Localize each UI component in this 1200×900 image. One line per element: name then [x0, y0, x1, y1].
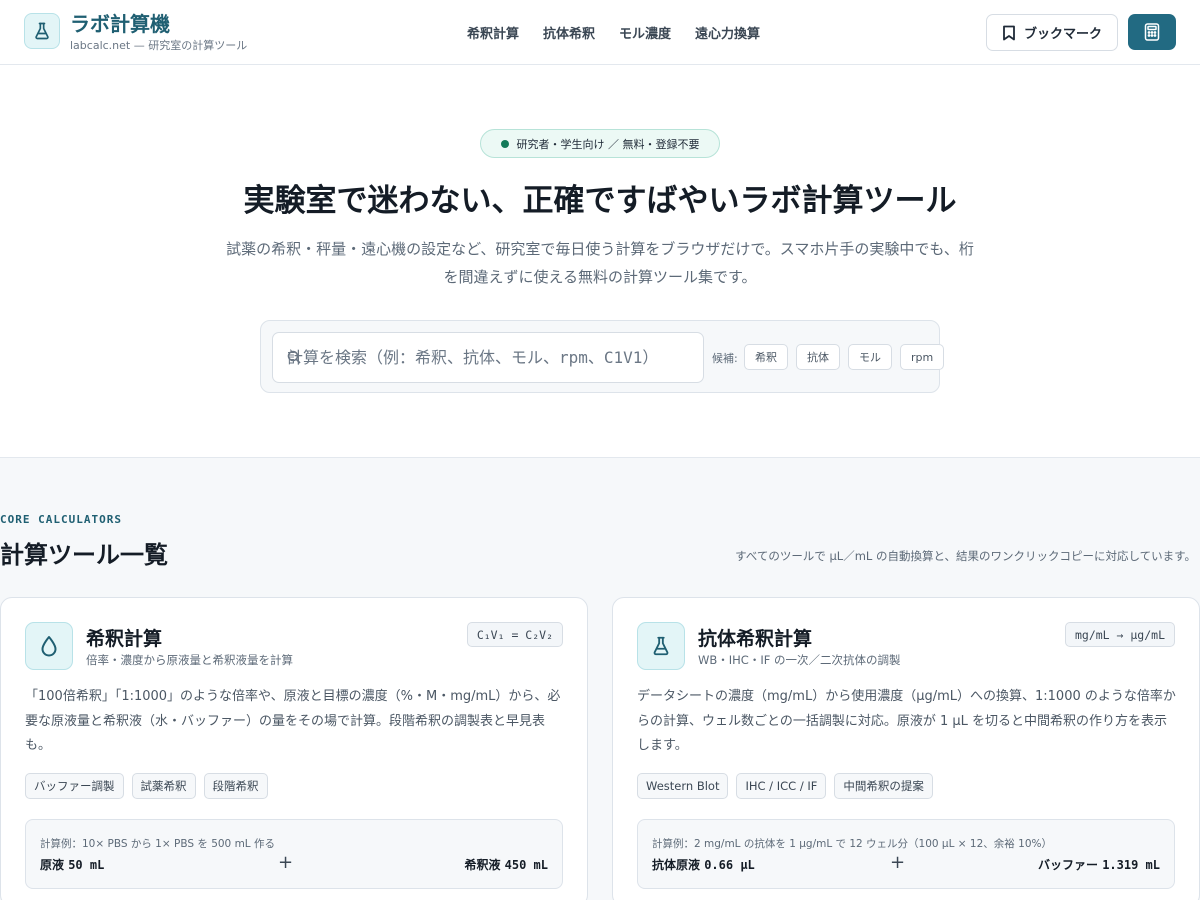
brand-title[interactable]: ラボ計算機 — [70, 8, 170, 37]
card-tags: Western Blot IHC / ICC / IF 中間希釈の提案 — [637, 773, 933, 799]
example-left: 原液 50 mL — [40, 856, 104, 873]
nav-link-antibody[interactable]: 抗体希釈 — [543, 23, 595, 42]
search-input[interactable] — [272, 332, 704, 383]
logo[interactable] — [24, 13, 60, 49]
hero-badge-text: 研究者・学生向け ／ 無料・登録不要 — [516, 137, 700, 151]
card-icon-box — [637, 622, 685, 670]
card-tag: IHC / ICC / IF — [736, 773, 827, 799]
example-caption: 計算例：2 mg/mL の抗体を 1 µg/mL で 12 ウェル分（100 µ… — [652, 838, 1052, 850]
example-left-value: 0.66 µL — [704, 858, 755, 872]
suggestion-chip[interactable]: rpm — [900, 344, 945, 370]
example-right: 希釈液 450 mL — [464, 856, 548, 873]
nav-link-centrifuge[interactable]: 遠心力換算 — [695, 23, 760, 42]
formula-badge: mg/mL → µg/mL — [1064, 622, 1175, 647]
example-right-label: バッファー — [1038, 858, 1099, 872]
flask-icon — [653, 636, 669, 656]
card-icon-box — [25, 622, 73, 670]
formula-badge: C₁V₁ = C₂V₂ — [466, 622, 563, 647]
nav-link-molarity[interactable]: モル濃度 — [619, 23, 671, 42]
suggestion-chip[interactable]: 希釈 — [744, 344, 788, 370]
bookmark-icon — [1003, 25, 1015, 40]
nav-link-dilution[interactable]: 希釈計算 — [467, 23, 519, 42]
section-title: 計算ツール一覧 — [0, 541, 168, 569]
example-right-label: 希釈液 — [464, 858, 501, 872]
main-nav: 希釈計算 抗体希釈 モル濃度 遠心力換算 — [467, 23, 760, 42]
example-left: 抗体原液 0.66 µL — [652, 856, 755, 873]
brand-subtitle: labcalc.net — 研究室の計算ツール — [70, 39, 248, 52]
card-description: データシートの濃度（mg/mL）から使用濃度（µg/mL）への換算、1:1000… — [637, 689, 1176, 753]
example-left-label: 抗体原液 — [652, 858, 701, 872]
card-description: 「100倍希釈」「1:1000」のような倍率や、原液と目標の濃度（%・M・mg/… — [25, 689, 561, 753]
plus-icon: + — [890, 852, 906, 873]
card-tag: 試薬希釈 — [131, 773, 196, 799]
hero-title: 実験室で迷わない、正確ですばやいラボ計算ツール — [243, 183, 957, 219]
card-title: 抗体希釈計算 — [698, 628, 813, 650]
card-title: 希釈計算 — [86, 628, 163, 650]
hero-description: 試薬の希釈・秤量・遠心機の設定など、研究室で毎日使う計算をブラウザだけで。スマホ… — [226, 240, 974, 286]
calculator-icon — [1144, 23, 1160, 41]
example-left-label: 原液 — [40, 858, 65, 872]
plus-icon: + — [278, 852, 294, 873]
section-eyebrow: CORE CALCULATORS — [0, 513, 122, 526]
card-tag: 中間希釈の提案 — [834, 773, 933, 799]
example-right-value: 450 mL — [504, 858, 548, 872]
card-tag: Western Blot — [637, 773, 729, 799]
flask-icon — [35, 22, 49, 40]
top-header: ラボ計算機 labcalc.net — 研究室の計算ツール 希釈計算 抗体希釈 … — [0, 0, 1200, 65]
card-subtitle: WB・IHC・IF の一次／二次抗体の調製 — [698, 653, 901, 667]
bookmark-label: ブックマーク — [1023, 27, 1102, 42]
calculator-button[interactable] — [1128, 14, 1176, 50]
bookmark-button[interactable]: ブックマーク — [986, 14, 1118, 51]
calculator-card-antibody[interactable]: 抗体希釈計算 WB・IHC・IF の一次／二次抗体の調製 mg/mL → µg/… — [612, 597, 1200, 900]
calculators-section: CORE CALCULATORS 計算ツール一覧 すべてのツールで µL／mL … — [0, 457, 1200, 900]
example-box: 計算例：10× PBS から 1× PBS を 500 mL 作る 原液 50 … — [25, 819, 563, 889]
card-tags: バッファー調製 試薬希釈 段階希釈 — [25, 773, 268, 799]
search-panel: 候補: 希釈 抗体 モル rpm — [260, 320, 945, 393]
hero-badge: 研究者・学生向け ／ 無料・登録不要 — [480, 129, 720, 158]
example-right-value: 1.319 mL — [1102, 858, 1160, 872]
calculator-card-dilution[interactable]: 希釈計算 倍率・濃度から原液量と希釈液量を計算 C₁V₁ = C₂V₂ 「100… — [0, 597, 588, 900]
section-note: すべてのツールで µL／mL の自動換算と、結果のワンクリックコピーに対応してい… — [735, 549, 1196, 563]
example-right: バッファー 1.319 mL — [1038, 856, 1160, 873]
droplet-icon — [41, 636, 57, 657]
suggestion-chips: 希釈 抗体 モル rpm — [744, 344, 945, 370]
card-tag: 段階希釈 — [203, 773, 268, 799]
example-box: 計算例：2 mg/mL の抗体を 1 µg/mL で 12 ウェル分（100 µ… — [637, 819, 1175, 889]
card-tag: バッファー調製 — [25, 773, 124, 799]
example-left-value: 50 mL — [68, 858, 105, 872]
suggestion-chip[interactable]: モル — [848, 344, 892, 370]
search-icon — [287, 349, 301, 368]
suggestion-chip[interactable]: 抗体 — [796, 344, 840, 370]
suggest-label: 候補: — [712, 352, 738, 365]
example-caption: 計算例：10× PBS から 1× PBS を 500 mL 作る — [40, 838, 275, 850]
card-subtitle: 倍率・濃度から原液量と希釈液量を計算 — [86, 653, 293, 667]
status-dot-icon — [500, 139, 509, 148]
